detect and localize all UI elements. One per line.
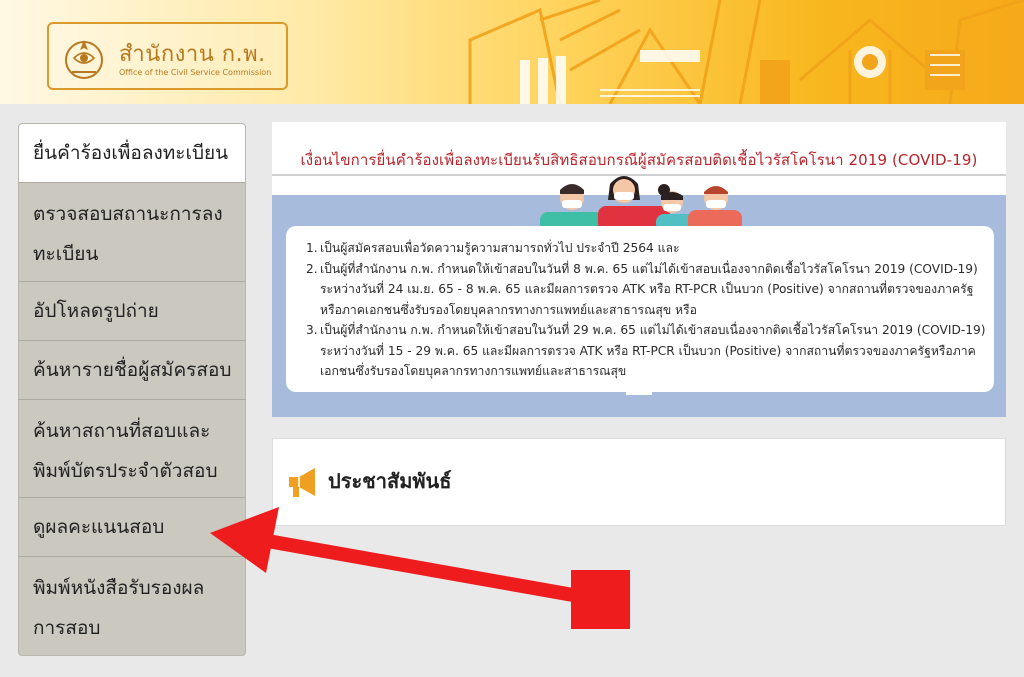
annotation-arrow (210, 507, 592, 605)
annotation-marker (571, 570, 630, 629)
